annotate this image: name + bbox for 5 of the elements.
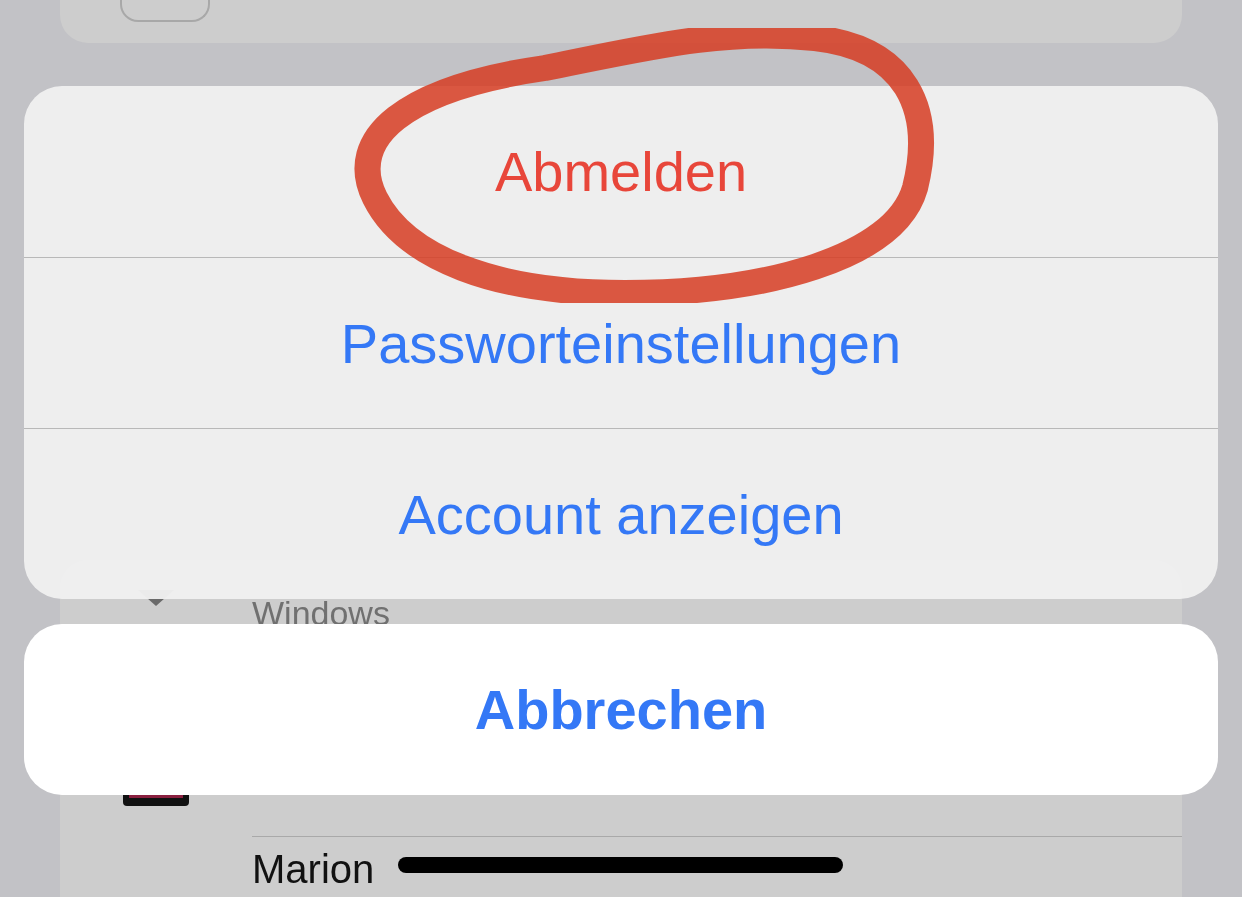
cancel-button[interactable]: Abbrechen bbox=[24, 624, 1218, 795]
action-button[interactable]: Abmelden bbox=[24, 86, 1218, 257]
person-name: Marion bbox=[252, 847, 375, 892]
action-button[interactable]: Passworteinstellungen bbox=[24, 257, 1218, 428]
action-button[interactable]: Account anzeigen bbox=[24, 428, 1218, 599]
